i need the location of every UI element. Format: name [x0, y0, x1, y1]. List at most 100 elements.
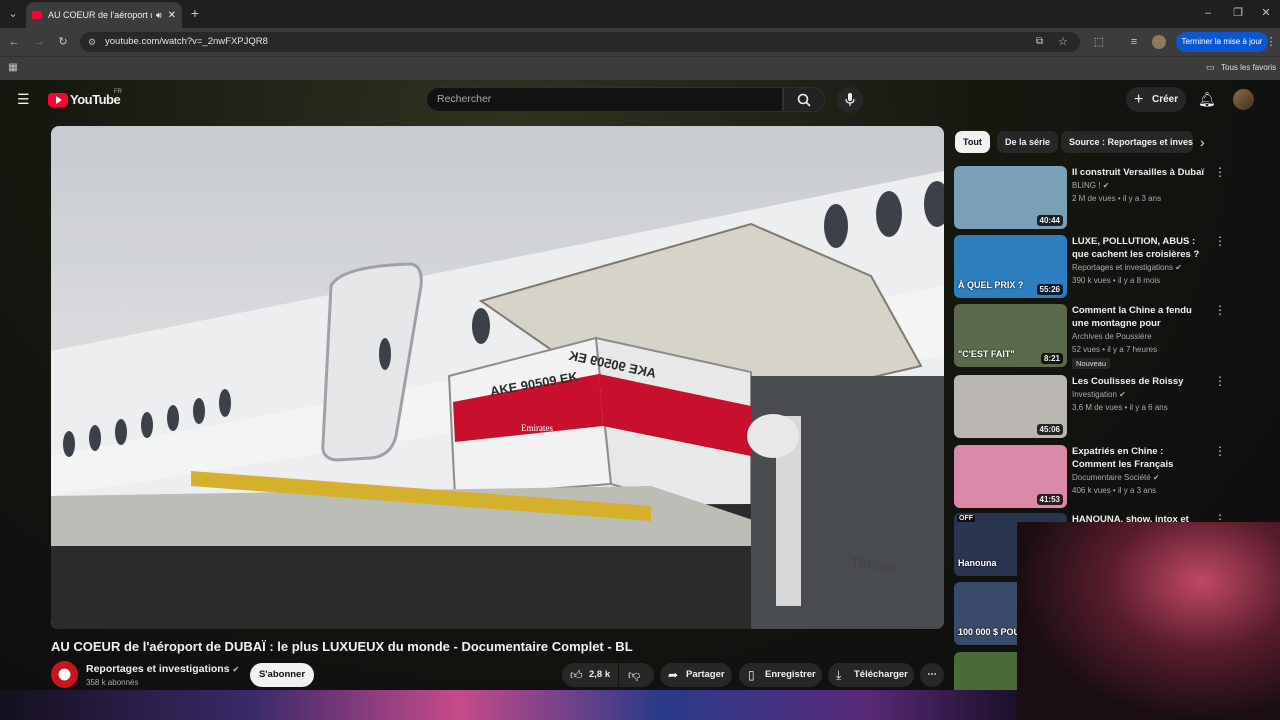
dislike-button[interactable]: 👎︎ [619, 663, 654, 687]
video-thumbnail[interactable]: "C'EST FAIT" 8:21 [954, 304, 1067, 367]
recommendation-item[interactable]: "C'EST FAIT" 8:21 Comment la Chine a fendu… [954, 304, 1274, 370]
recommendation-item[interactable]: À QUEL PRIX ? 55:26 LUXE, POLLUTION, ABUS … [954, 235, 1274, 301]
verified-icon: ✔ [1102, 181, 1110, 190]
youtube-play-logo-icon [48, 93, 68, 107]
duration-badge: 55:26 [1036, 284, 1063, 295]
more-actions-button[interactable]: ⋯ [920, 663, 944, 687]
recommendation-title[interactable]: Les Coulisses de Roissy [1072, 375, 1207, 388]
webcam-overlay [1017, 522, 1280, 720]
recommendation-title[interactable]: Il construit Versailles à Dubaï [1072, 166, 1207, 179]
more-horizontal-icon: ⋯ [927, 669, 937, 680]
video-thumbnail[interactable]: À QUEL PRIX ? 55:26 [954, 235, 1067, 298]
share-arrow-icon: ➦ [668, 668, 679, 682]
verified-icon: ✔ [1152, 473, 1160, 482]
thumbnail-text: Hanouna [958, 558, 997, 568]
search-button[interactable] [783, 87, 825, 112]
apps-grid-icon[interactable]: ▦ [6, 61, 20, 75]
url-text: youtube.com/watch?v=_2nwFXPJQR8 [105, 36, 268, 47]
chip-source[interactable]: Source : Reportages et inves [1061, 131, 1193, 153]
recommendation-item[interactable]: 41:53 Expatriés en Chine : Comment les Fr… [954, 445, 1274, 511]
profile-avatar-icon[interactable] [1152, 35, 1166, 49]
bookmarks-bar: ▦ ▭ Tous les favoris [0, 56, 1280, 80]
browser-tab-bar: ⌄ AU COEUR de l'aéroport de 🔊︎ ✕ + – ❐ ✕ [0, 0, 1280, 28]
video-title: AU COEUR de l'aéroport de DUBAÏ : le plu… [51, 639, 633, 654]
recommendation-channel[interactable]: Investigation ✔ [1072, 390, 1126, 399]
channel-name[interactable]: Reportages et investigations ✔ [86, 663, 239, 675]
recommendation-title[interactable]: LUXE, POLLUTION, ABUS : que cachent les … [1072, 235, 1207, 261]
recommendation-meta: 2 M de vues • il y a 3 ans [1072, 194, 1162, 203]
create-button[interactable]: + Créer [1126, 87, 1186, 112]
share-button[interactable]: ➦ Partager [660, 663, 732, 687]
tab-search-icon[interactable]: ⌄ [6, 7, 20, 21]
back-icon[interactable]: ← [7, 35, 21, 49]
tab-close-icon[interactable]: ✕ [168, 10, 176, 21]
recommendation-title[interactable]: Comment la Chine a fendu une montagne po… [1072, 304, 1207, 330]
new-tab-icon[interactable]: + [188, 6, 202, 20]
logo-text: YouTube [70, 92, 121, 107]
youtube-favicon-icon [32, 11, 42, 19]
thumbnail-text: À QUEL PRIX ? [958, 280, 1024, 290]
recommendation-item[interactable]: 40:44 Il construit Versailles à Dubaï BLIN… [954, 166, 1274, 232]
emirates-text: Emirates [521, 423, 553, 433]
logo-region: FR [114, 89, 122, 95]
share-label: Partager [686, 669, 725, 680]
recommendation-item[interactable]: 45:06 Les Coulisses de Roissy Investigatio… [954, 375, 1274, 441]
thumbs-up-icon: 👍︎ [570, 668, 583, 682]
all-bookmarks-link[interactable]: Tous les favoris [1221, 63, 1276, 72]
more-vertical-icon[interactable]: ⋮ [1214, 304, 1226, 316]
cast-icon[interactable]: ⧉ [1036, 32, 1043, 52]
video-thumbnail[interactable]: 45:06 [954, 375, 1067, 438]
recommendation-channel[interactable]: Reportages et investigations ✔ [1072, 263, 1182, 272]
save-button[interactable]: ▯ Enregistrer [739, 663, 822, 687]
more-vertical-icon[interactable]: ⋮ [1214, 445, 1226, 457]
download-button[interactable]: ⤓ Télécharger [828, 663, 914, 687]
recommendation-channel[interactable]: BLING ! ✔ [1072, 181, 1109, 190]
recommendation-channel[interactable]: Archives de Poussière [1072, 332, 1152, 341]
channel-text: Documentaire Société [1072, 473, 1151, 482]
thumbs-down-icon: 👎︎ [628, 668, 641, 682]
reading-list-icon[interactable]: ≡ [1127, 35, 1141, 49]
subscribe-button[interactable]: S'abonner [250, 663, 314, 687]
chip-all[interactable]: Tout [955, 131, 990, 153]
channel-text: BLING ! [1072, 181, 1101, 190]
update-button[interactable]: Terminer la mise à jour [1176, 32, 1268, 52]
chips-next-chevron-icon[interactable]: › [1200, 134, 1205, 150]
thumbnail-tag: OFF [957, 515, 975, 522]
reload-icon[interactable]: ↻ [56, 35, 70, 49]
speaker-icon[interactable]: 🔊︎ [156, 10, 162, 21]
extensions-icon[interactable]: ⬚ [1092, 35, 1106, 49]
recommendation-title[interactable]: Expatriés en Chine : Comment les Françai… [1072, 445, 1207, 471]
site-info-icon[interactable]: ⚙ [88, 32, 96, 52]
browser-tab[interactable]: AU COEUR de l'aéroport de 🔊︎ ✕ [26, 2, 182, 28]
video-player[interactable]: AKE 90509 EK AKE 90509 EK Emirates TREPE… [51, 126, 944, 629]
channel-text: Investigation [1072, 390, 1117, 399]
bookmark-star-icon[interactable]: ☆ [1058, 32, 1068, 52]
verified-icon: ✔ [1119, 390, 1126, 399]
download-icon: ⤓ [836, 668, 842, 682]
like-button[interactable]: 👍︎ 2,8 k [562, 663, 618, 687]
more-vertical-icon[interactable]: ⋮ [1214, 166, 1226, 178]
video-thumbnail[interactable]: 41:53 [954, 445, 1067, 508]
plus-icon: + [1134, 91, 1144, 108]
notifications-bell-icon[interactable]: 🔔︎ [1198, 91, 1216, 108]
recommendation-channel[interactable]: Documentaire Société ✔ [1072, 473, 1160, 482]
chip-series[interactable]: De la série [997, 131, 1059, 153]
forward-icon[interactable]: → [32, 35, 46, 49]
more-vertical-icon[interactable]: ⋮ [1214, 235, 1226, 247]
window-close-icon[interactable]: ✕ [1259, 6, 1273, 20]
desktop-background-strip [0, 690, 1017, 720]
account-avatar[interactable] [1233, 89, 1254, 110]
hamburger-menu-icon[interactable]: ☰ [17, 91, 31, 107]
recommendation-meta: 3,6 M de vues • il y a 6 ans [1072, 403, 1168, 412]
maximize-icon[interactable]: ❐ [1231, 6, 1245, 20]
browser-menu-icon[interactable]: ⋮ [1264, 35, 1278, 49]
more-vertical-icon[interactable]: ⋮ [1214, 375, 1226, 387]
video-frame: AKE 90509 EK AKE 90509 EK Emirates TREPE… [51, 171, 944, 629]
address-bar[interactable]: ⚙ youtube.com/watch?v=_2nwFXPJQR8 ⧉ ☆ [80, 32, 1080, 52]
voice-search-button[interactable] [837, 87, 863, 113]
video-thumbnail[interactable]: 40:44 [954, 166, 1067, 229]
search-input[interactable]: Rechercher [426, 87, 783, 112]
minimize-icon[interactable]: – [1201, 6, 1215, 20]
channel-name-text: Reportages et investigations [86, 663, 230, 675]
channel-avatar[interactable] [51, 661, 78, 688]
